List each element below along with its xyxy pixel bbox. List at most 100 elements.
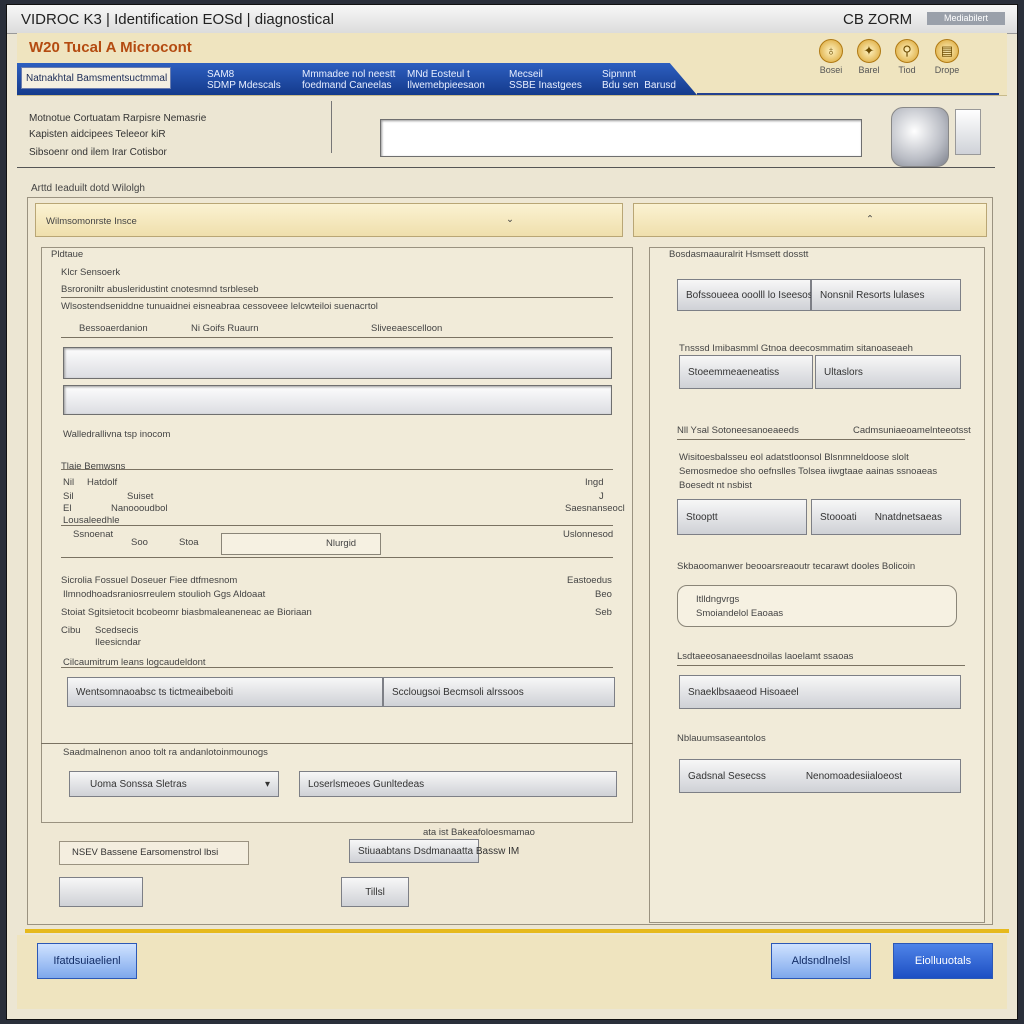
ident-field[interactable]: NSEV Bassene Earsomenstrol lbsi bbox=[59, 841, 249, 865]
app-window: VIDROC K3 | Identification EOSd | diagno… bbox=[6, 4, 1018, 1020]
window-title-right: CB ZORM bbox=[843, 11, 913, 28]
table-cell: Stoa bbox=[179, 537, 199, 548]
left-panel-desc: Bsroroniltr abusleridustint cnotesmnd ts… bbox=[61, 284, 259, 295]
title-bar: VIDROC K3 | Identification EOSd | diagno… bbox=[7, 5, 1017, 34]
card-icon bbox=[955, 109, 981, 155]
table-cell: Scedsecis bbox=[95, 625, 139, 636]
table-cell: Soo bbox=[131, 537, 148, 548]
right-caption-6: Nblauumsaseantolos bbox=[677, 733, 766, 744]
right-caption-2: Tnsssd Imibasmml Gtnoa deecosmmatim sita… bbox=[679, 343, 913, 354]
footer-button-2[interactable]: Eiolluuotals bbox=[893, 943, 993, 979]
right-button-1b[interactable]: Nonsnil Resorts lulases bbox=[811, 279, 961, 311]
right-caption-5: Lsdtaeeosanaeesdnoilas laoelamt ssaoas bbox=[677, 651, 854, 662]
chevron-up-icon[interactable]: ⌃ bbox=[866, 214, 874, 225]
globe-icon: ♁ bbox=[819, 39, 843, 63]
chevron-down-icon[interactable]: ⌄ bbox=[506, 214, 514, 225]
table-cell: Saesnanseocl bbox=[565, 503, 625, 514]
tab-0[interactable]: Natnakhtal Bamsmentsuctmmal bbox=[21, 67, 171, 89]
right-select-6[interactable]: Gadsnal Sesecss Nenomoadesiialoeost bbox=[679, 759, 961, 793]
tool-icon: ⚲ bbox=[895, 39, 919, 63]
table-cell: Seb bbox=[595, 607, 612, 618]
table-cell: Beo bbox=[595, 589, 612, 600]
table-cell: Hatdolf bbox=[87, 477, 118, 488]
tab-5[interactable]: Sipnnnt Bdu sen Barusd bbox=[602, 69, 676, 91]
list-field-1[interactable] bbox=[63, 347, 612, 379]
tool-2[interactable]: ⚲ Tiod bbox=[887, 39, 927, 75]
group-bar-left: Wilmsomonrste Insce ⌄ bbox=[35, 203, 623, 237]
table-cell: El bbox=[63, 503, 72, 514]
header-rule bbox=[17, 167, 995, 168]
left-panel-desc2: Wlsostendseniddne tunuaidnei eisneabraa … bbox=[61, 301, 378, 312]
header-line-3: Sibsoenr ond ilem Irar Cotisbor bbox=[29, 147, 167, 158]
divider bbox=[61, 337, 613, 338]
tool-3[interactable]: ▤ Drope bbox=[927, 39, 967, 75]
right-caption-3r: Cadmsuniaeoamelnteeotsst bbox=[853, 425, 971, 436]
tab-3[interactable]: MNd Eosteul t Ilwemebpieesaon bbox=[407, 69, 485, 91]
table-cell: Sicrolia Fossuel Doseuer Fiee dtfmesnom bbox=[61, 575, 238, 586]
right-button-2a[interactable]: Stoeemmeaeneatiss bbox=[679, 355, 813, 389]
table-cell: Ilmnodhoadsraniosrreulem stoulioh Ggs Al… bbox=[63, 589, 266, 600]
group-bar-right: ⌃ bbox=[633, 203, 987, 237]
table-cell: Nil bbox=[63, 477, 75, 488]
left-panel-sub2: Tlaie Bemwsns bbox=[61, 461, 126, 472]
tab-1[interactable]: SAM8 SDMP Mdescals bbox=[207, 69, 281, 91]
table-cell: Nanoooudbol bbox=[111, 503, 168, 514]
tool-0[interactable]: ♁ Bosei bbox=[811, 39, 851, 75]
tab-2[interactable]: Mmmadee nol neestt foedmand Caneelas bbox=[302, 69, 395, 91]
below-chip[interactable]: Stiuaabtans Dsdmanaatta Bassw IM bbox=[349, 839, 519, 863]
window-title: VIDROC K3 | Identification EOSd | diagno… bbox=[21, 11, 334, 28]
divider bbox=[61, 469, 613, 470]
column-header: Bessoaerdanion bbox=[79, 323, 148, 334]
section-title: Arttd Ieaduilt dotd Wilolgh bbox=[31, 183, 145, 194]
search-input[interactable] bbox=[380, 119, 862, 157]
device-icon bbox=[891, 107, 949, 167]
inline-field[interactable]: Nlurgid bbox=[221, 533, 381, 555]
column-header: Ni Goifs Ruaurn bbox=[191, 323, 259, 334]
right-button-5[interactable]: Snaeklbsaaeod Hisoaeel bbox=[679, 675, 961, 709]
right-button-3b[interactable]: Stoooati Nnatdnetsaeas bbox=[811, 499, 961, 535]
nav-bar: Natnakhtal Bamsmentsuctmmal SAM8 SDMP Md… bbox=[17, 63, 697, 95]
footer-button-1[interactable]: Aldsndlnelsl bbox=[771, 943, 871, 979]
divider bbox=[61, 297, 613, 298]
tool-1[interactable]: ✦ Barel bbox=[849, 39, 889, 75]
header-line-2: Kapisten aidcipees Teleeor kiR bbox=[29, 129, 166, 140]
column-header: Sliveeaescelloon bbox=[371, 323, 443, 334]
table-cell: Stoiat Sgitsietocit bcobeomr biasbmalean… bbox=[61, 607, 312, 618]
right-button-3a[interactable]: Stooptt bbox=[677, 499, 807, 535]
right-textarea[interactable]: Itlldngvrgs Smoiandelol Eaoaas bbox=[677, 585, 957, 627]
header-line-1: Motnotue Cortuatam Rarpisre Nemasrie bbox=[29, 113, 207, 124]
left-action-button-1[interactable]: Wentsomnaoabsc ts tictmeaibeboiti bbox=[67, 677, 383, 707]
footer-left-button[interactable]: Ifatdsuiaelienl bbox=[37, 943, 137, 979]
folder-icon: ▤ bbox=[935, 39, 959, 63]
table-cell: J bbox=[599, 491, 604, 502]
footer-rule bbox=[25, 929, 1009, 933]
right-button-1a[interactable]: Bofssoueea ooolll lo Iseesosa bbox=[677, 279, 818, 311]
divider bbox=[677, 439, 965, 440]
tab-4[interactable]: Mecseil SSBE Inastgees bbox=[509, 69, 582, 91]
left-panel-link[interactable]: Walledrallivna tsp inocom bbox=[63, 429, 170, 440]
small-button-left[interactable] bbox=[59, 877, 143, 907]
table-cell: Sil bbox=[63, 491, 74, 502]
right-panel-title: Bosdasmaauralrit Hsmsett dosstt bbox=[669, 249, 809, 260]
left-panel-sub: Klcr Sensoerk bbox=[61, 267, 121, 278]
table-cell: Ssnoenat bbox=[73, 529, 114, 540]
table-cell: Eastoedus bbox=[567, 575, 612, 586]
small-button-mid[interactable]: Tillsl bbox=[341, 877, 409, 907]
bottom-field[interactable]: Loserlsmeoes Gunltedeas bbox=[299, 771, 617, 797]
right-paragraph: Wisitoesbalsseu eol adatstloonsol Blsnmn… bbox=[679, 452, 938, 491]
brand-name: W20 Tucal A Microcont bbox=[29, 39, 192, 56]
right-caption-4: Skbaoomanwer beooarsreaoutr tecarawt doo… bbox=[677, 561, 916, 572]
chevron-down-icon: ▾ bbox=[264, 778, 270, 790]
divider bbox=[677, 665, 965, 666]
title-badge[interactable]: Mediabilert bbox=[927, 12, 1005, 25]
table-cell: Cibu bbox=[61, 625, 81, 636]
bottom-select[interactable]: Uoma Sonssa Sletras ▾ bbox=[69, 771, 279, 797]
list-field-2[interactable] bbox=[63, 385, 612, 415]
bottom-group-title: Saadmalnenon anoo tolt ra andanlotoinmou… bbox=[63, 747, 268, 758]
header-divider bbox=[331, 101, 332, 153]
table-cell: Uslonnesod bbox=[563, 529, 614, 540]
left-action-button-2[interactable]: Scclougsoi Becmsoli alrssoos bbox=[383, 677, 615, 707]
table-cell: Ileesicndar bbox=[95, 637, 141, 648]
nav-rule bbox=[697, 93, 999, 95]
right-button-2b[interactable]: Ultaslors bbox=[815, 355, 961, 389]
